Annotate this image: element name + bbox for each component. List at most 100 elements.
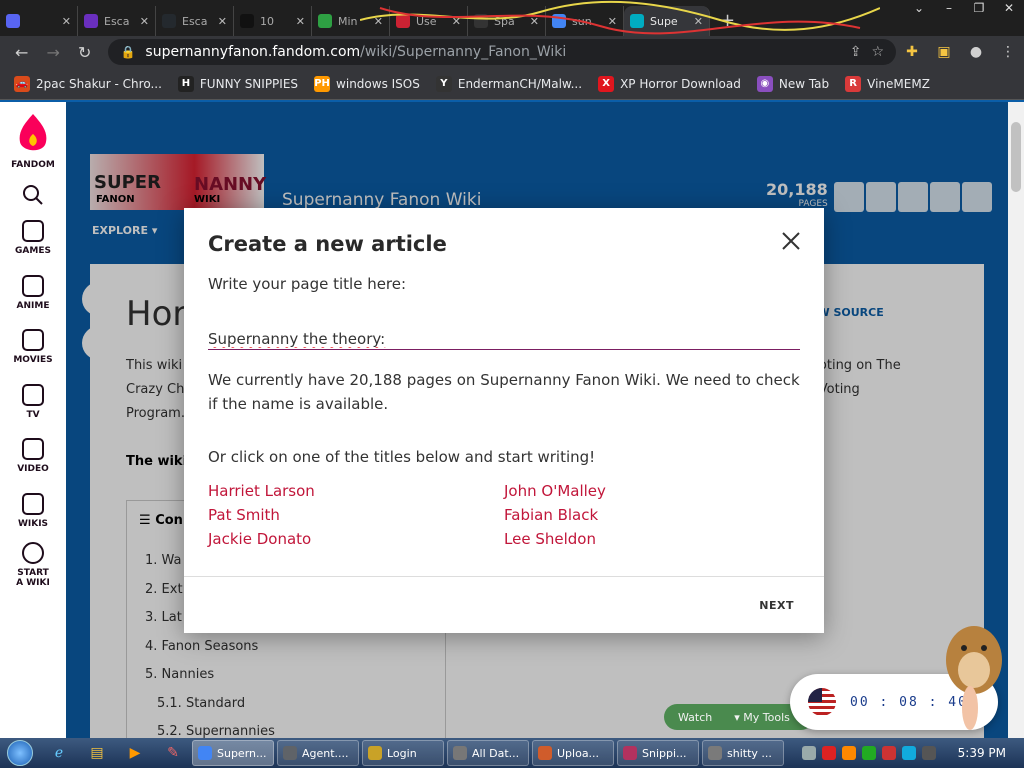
browser-tab[interactable]: Esca ✕: [78, 6, 156, 36]
task-label: Login: [387, 746, 417, 760]
bookmark-item[interactable]: R VineMEMZ: [845, 75, 930, 92]
suggested-title-link[interactable]: Lee Sheldon: [504, 530, 596, 548]
taskbar-task[interactable]: Supern...: [192, 740, 274, 766]
wikis-book-icon: [22, 493, 44, 515]
forward-button[interactable]: →: [37, 43, 68, 62]
back-button[interactable]: ←: [6, 43, 37, 62]
rail-item-video[interactable]: VIDEO: [0, 438, 66, 474]
browser-tab[interactable]: Min ✕: [312, 6, 390, 36]
tab-close-icon[interactable]: ✕: [608, 15, 617, 28]
taskbar-task[interactable]: All Dat...: [447, 740, 529, 766]
suggested-title-link[interactable]: John O'Malley: [504, 482, 606, 500]
close-icon[interactable]: [780, 230, 802, 252]
task-app-icon: [623, 746, 637, 760]
extensions-icon[interactable]: ✚: [896, 44, 928, 60]
bookmark-item[interactable]: Y EndermanCH/Malw...: [435, 75, 582, 92]
rail-item-start-a-wiki[interactable]: START A WIKI: [0, 542, 66, 588]
bookmark-item[interactable]: 🚗 2pac Shakur - Chro...: [14, 75, 162, 92]
taskbar-task[interactable]: Uploa...: [532, 740, 614, 766]
file-explorer-icon[interactable]: ▤: [78, 745, 116, 761]
rail-item-anime[interactable]: ANIME: [0, 275, 66, 311]
my-tools-button[interactable]: ▾ My Tools: [734, 711, 790, 724]
tab-title: Spa: [494, 14, 515, 28]
r-icon: R: [845, 75, 862, 92]
rail-item-movies[interactable]: MOVIES: [0, 329, 66, 365]
tray-app-icon[interactable]: [881, 746, 896, 760]
browser-tab[interactable]: Use ✕: [390, 6, 468, 36]
tab-close-icon[interactable]: ✕: [530, 15, 539, 28]
tab-title: Esca: [182, 14, 208, 28]
tab-favicon-icon: [552, 14, 566, 28]
task-app-icon: [538, 746, 552, 760]
browser-tab[interactable]: Spa ✕: [468, 6, 546, 36]
suggested-title-link[interactable]: Pat Smith: [208, 506, 280, 524]
lock-icon: 🔒: [120, 45, 136, 59]
rail-search[interactable]: [0, 184, 66, 210]
taskbar-task[interactable]: shitty ...: [702, 740, 784, 766]
tab-close-icon[interactable]: ✕: [218, 15, 227, 28]
task-app-icon: [198, 746, 212, 760]
minimize-button[interactable]: –: [934, 0, 964, 18]
address-bar[interactable]: 🔒 supernannyfanon.fandom.com/wiki/Supern…: [108, 39, 896, 65]
bookmark-item[interactable]: PH windows ISOS: [314, 75, 420, 92]
tab-close-icon[interactable]: ✕: [374, 15, 383, 28]
tab-close-icon[interactable]: ✕: [140, 15, 149, 28]
internet-explorer-icon[interactable]: ℯ: [40, 745, 78, 761]
tray-app-icon[interactable]: [821, 746, 836, 760]
tab-title: sun: [572, 14, 592, 28]
side-panel-icon[interactable]: ▣: [928, 44, 960, 60]
tab-search-button[interactable]: ⌄: [904, 0, 934, 18]
reload-button[interactable]: ↻: [69, 43, 100, 62]
tab-close-icon[interactable]: ✕: [296, 15, 305, 28]
restore-button[interactable]: ❐: [964, 0, 994, 18]
browser-tab[interactable]: Supe ✕: [624, 6, 710, 36]
browser-menu-icon[interactable]: ⋮: [992, 44, 1024, 60]
profile-avatar-icon[interactable]: ●: [960, 44, 992, 60]
share-icon[interactable]: ⇪: [850, 44, 862, 60]
bookmark-label: VineMEMZ: [867, 76, 930, 91]
tray-app-icon[interactable]: [901, 746, 916, 760]
bookmark-item[interactable]: H FUNNY SNIPPIES: [177, 75, 298, 92]
next-button[interactable]: NEXT: [759, 599, 794, 612]
taskbar-task[interactable]: Login: [362, 740, 444, 766]
tab-close-icon[interactable]: ✕: [694, 15, 703, 28]
rail-item-games[interactable]: GAMES: [0, 220, 66, 256]
paint-icon[interactable]: ✎: [154, 745, 192, 761]
bookmark-star-icon[interactable]: ☆: [871, 44, 884, 60]
new-tab-button[interactable]: +: [710, 6, 745, 36]
taskbar-task[interactable]: Agent....: [277, 740, 359, 766]
media-player-icon[interactable]: ▶: [116, 745, 154, 761]
my-tools-label: My Tools: [743, 710, 790, 724]
tab-close-icon[interactable]: ✕: [62, 15, 71, 28]
page-scrollbar[interactable]: [1008, 102, 1024, 738]
scrollbar-thumb[interactable]: [1011, 122, 1021, 192]
browser-tab[interactable]: ✕: [0, 6, 78, 36]
browser-tab[interactable]: sun ✕: [546, 6, 624, 36]
taskbar-clock[interactable]: 5:39 PM: [958, 746, 1006, 760]
suggested-title-link[interactable]: Fabian Black: [504, 506, 598, 524]
tray-app-icon[interactable]: [841, 746, 856, 760]
fandom-logo[interactable]: FANDOM: [0, 112, 66, 170]
suggested-title-link[interactable]: Jackie Donato: [208, 530, 311, 548]
suggested-title-link[interactable]: Harriet Larson: [208, 482, 315, 500]
tray-app-icon[interactable]: [801, 746, 816, 760]
tray-app-icon[interactable]: [861, 746, 876, 760]
browser-tab[interactable]: 10 ✕: [234, 6, 312, 36]
tv-icon: [22, 384, 44, 406]
browser-toolbar: ← → ↻ 🔒 supernannyfanon.fandom.com/wiki/…: [0, 36, 1024, 68]
rail-item-tv[interactable]: TV: [0, 384, 66, 420]
close-window-button[interactable]: ✕: [994, 0, 1024, 18]
movies-icon: [22, 329, 44, 351]
taskbar-task[interactable]: Snippi...: [617, 740, 699, 766]
browser-tab[interactable]: Esca ✕: [156, 6, 234, 36]
tab-favicon-icon: [396, 14, 410, 28]
car-icon: 🚗: [14, 75, 30, 92]
bookmark-item[interactable]: X XP Horror Download: [598, 75, 741, 92]
page-title-input[interactable]: [208, 328, 800, 350]
watch-button[interactable]: Watch: [678, 711, 712, 724]
tray-app-icon[interactable]: [921, 746, 936, 760]
bookmark-item[interactable]: ◉ New Tab: [756, 75, 829, 92]
rail-item-wikis[interactable]: WIKIS: [0, 493, 66, 529]
tab-close-icon[interactable]: ✕: [452, 15, 461, 28]
start-button[interactable]: [0, 738, 40, 768]
